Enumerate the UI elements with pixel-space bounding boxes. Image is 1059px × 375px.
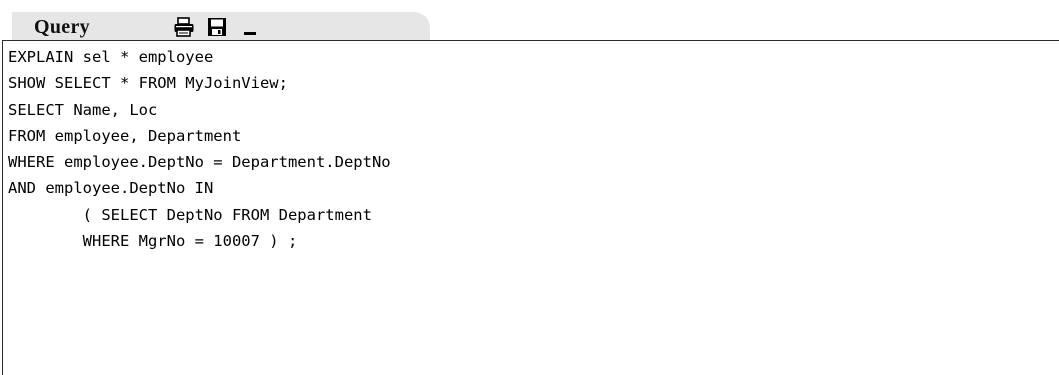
sql-code[interactable]: EXPLAIN sel * employee SHOW SELECT * FROM… <box>3 41 1059 254</box>
print-icon[interactable] <box>173 16 195 38</box>
minimize-icon[interactable] <box>239 16 261 38</box>
code-line: WHERE employee.DeptNo = Department.DeptN… <box>8 153 391 172</box>
code-line: ( SELECT DeptNo FROM Department <box>8 205 372 224</box>
code-line: WHERE MgrNo = 10007 ) ; <box>8 232 298 251</box>
code-line: AND employee.DeptNo IN <box>8 179 214 198</box>
query-tab-header: Query <box>12 12 430 42</box>
code-line: SHOW SELECT * FROM MyJoinView; <box>8 74 288 93</box>
query-tab-title: Query <box>34 15 90 38</box>
code-line: FROM employee, Department <box>8 126 242 145</box>
code-line: SELECT Name, Loc <box>8 100 158 119</box>
sql-editor[interactable]: EXPLAIN sel * employee SHOW SELECT * FROM… <box>2 40 1059 375</box>
query-panel: Query EXPLAIN sel * employee SHOW SELECT… <box>0 0 1059 375</box>
save-icon[interactable] <box>206 16 228 38</box>
code-line: EXPLAIN sel * employee <box>8 48 214 66</box>
query-toolbar <box>173 16 261 38</box>
